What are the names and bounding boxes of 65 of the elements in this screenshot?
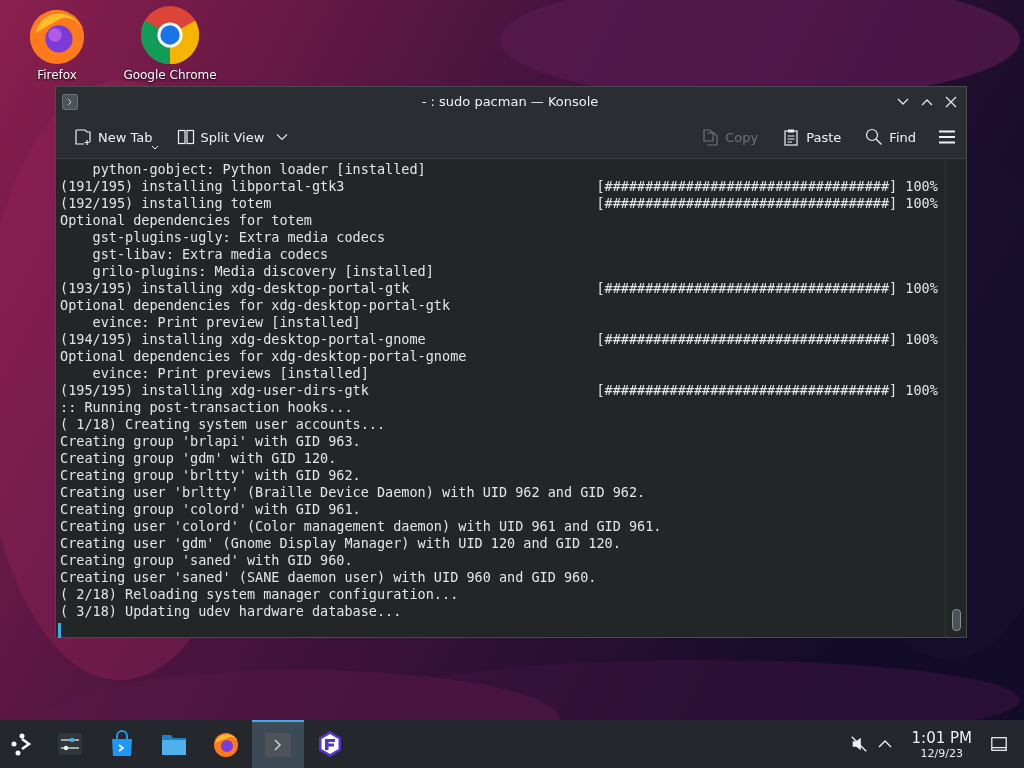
new-tab-icon <box>74 128 92 146</box>
terminal-line: Creating user 'brltty' (Braille Device Daemon) with UID 962 and GID 962. <box>60 484 646 501</box>
terminal-line: (195/195) installing xdg-user-dirs-gtk <box>60 382 370 399</box>
terminal-line: Creating user 'gdm' (Gnome Display Manager) with UID 120 and GID 120. <box>60 535 621 552</box>
terminal-line: evince: Print preview [installed] <box>91 314 361 331</box>
terminal-line: ( 3/18) Updating udev hardware database... <box>60 603 402 620</box>
terminal-line: Creating user 'colord' (Color management daemon) with UID 961 and GID 961. <box>60 518 662 535</box>
desktop-icon-label[interactable]: Google Chrome <box>123 68 217 82</box>
terminal-line: (194/195) installing xdg-desktop-portal-gnome <box>60 331 427 348</box>
desktop-icon-label[interactable]: Firefox <box>37 68 77 82</box>
terminal-line: Optional dependencies for totem <box>60 212 312 229</box>
chrome-icon[interactable] <box>139 4 201 66</box>
progress-text: [###################################] <box>596 195 898 212</box>
terminal-line: ( 1/18) Creating system user accounts... <box>60 416 386 433</box>
terminal-line: gst-plugins-ugly: Extra media codecs <box>91 229 386 246</box>
terminal-icon <box>62 93 78 110</box>
firefox-icon <box>212 730 240 758</box>
terminal-line: ( 2/18) Reloading system manager configuration... <box>60 586 459 603</box>
percent-text: 100% <box>905 195 938 212</box>
window-title: - : sudo pacman — Konsole <box>420 94 600 109</box>
terminal-line: Creating user 'saned' (SANE daemon user) with UID 960 and GID 960. <box>60 569 597 586</box>
percent-text: 100% <box>905 280 938 297</box>
hexagon-logo-icon <box>316 730 344 758</box>
copy-icon <box>701 128 720 146</box>
progress-text: [###################################] <box>596 178 898 195</box>
search-icon <box>865 128 884 146</box>
terminal-line: Optional dependencies for xdg-desktop-portal-gtk <box>60 297 451 314</box>
percent-text: 100% <box>905 178 938 195</box>
terminal-line: (193/195) installing xdg-desktop-portal-gtk <box>60 280 411 297</box>
expand-tray-icon[interactable] <box>877 739 892 749</box>
terminal-line: gst-libav: Extra media codecs <box>91 246 329 263</box>
terminal-line: :: Running post-transaction hooks... <box>60 399 353 416</box>
new-tab-button[interactable]: New Tab <box>70 124 157 150</box>
terminal-cursor <box>58 623 61 638</box>
sliders-icon <box>56 730 84 758</box>
terminal-line: Creating group 'gdm' with GID 120. <box>60 450 337 467</box>
muted-speaker-icon[interactable] <box>849 735 868 753</box>
close-icon[interactable] <box>944 94 958 109</box>
paste-button[interactable]: Paste <box>778 124 846 150</box>
progress-text: [###################################] <box>596 280 898 297</box>
progress-text: [###################################] <box>596 331 898 348</box>
caret-icon[interactable] <box>150 145 159 150</box>
terminal-line: Creating group 'saned' with GID 960. <box>60 552 353 569</box>
percent-text: 100% <box>905 382 938 399</box>
clipboard-icon <box>782 128 801 146</box>
terminal-line: evince: Print previews [installed] <box>91 365 369 382</box>
scrollbar-thumb[interactable] <box>951 609 961 631</box>
terminal-line: (191/195) installing libportal-gtk3 <box>60 178 346 195</box>
terminal-icon <box>264 731 292 759</box>
terminal-line: grilo-plugins: Media discovery [installed] <box>91 263 434 280</box>
split-view-button[interactable]: Split View <box>172 124 269 150</box>
split-view-icon <box>176 128 195 146</box>
terminal-line: python-gobject: Python loader [installed] <box>91 161 426 178</box>
progress-text: [###################################] <box>596 382 898 399</box>
terminal-line: Creating group 'brltty' with GID 962. <box>60 467 361 484</box>
terminal-line: Creating group 'colord' with GID 961. <box>60 501 361 518</box>
dropdown-caret-icon[interactable] <box>276 133 289 141</box>
show-desktop-icon[interactable] <box>990 735 1008 753</box>
terminal-line: Creating group 'brlapi' with GID 963. <box>60 433 361 450</box>
terminal-line: Optional dependencies for xdg-desktop-portal-gnome <box>60 348 467 365</box>
find-button[interactable]: Find <box>861 124 920 150</box>
menu-icon[interactable] <box>938 130 956 144</box>
clock[interactable]: 1:01 PM 12/9/23 <box>911 728 972 760</box>
percent-text: 100% <box>905 331 938 348</box>
terminal-line: (192/195) installing totem <box>60 195 273 212</box>
